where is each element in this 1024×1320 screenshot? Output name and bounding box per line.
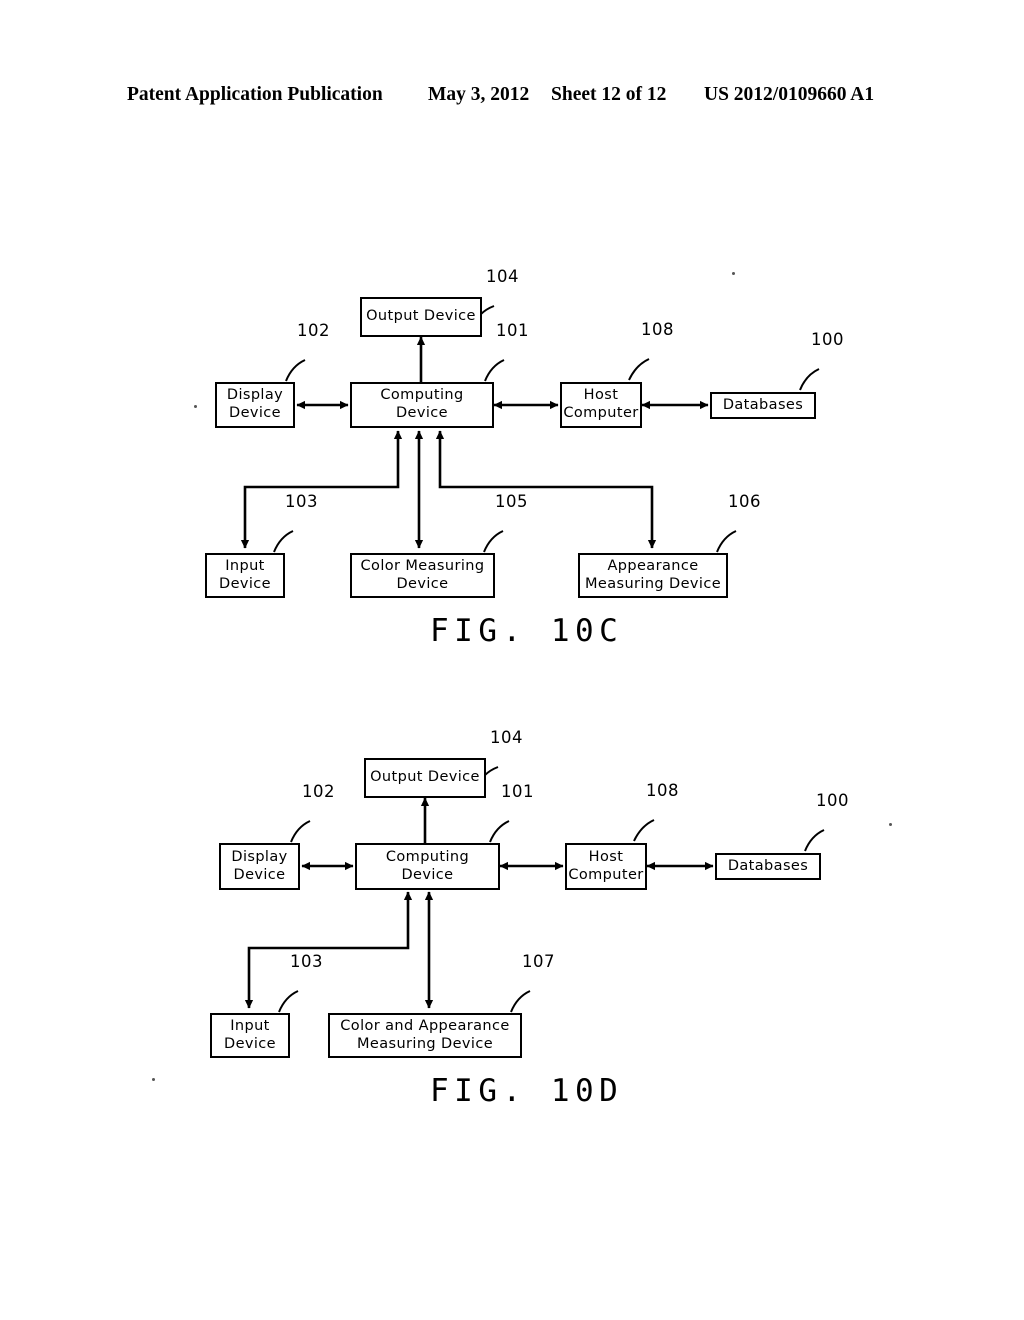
node-databases-label: Databases (722, 396, 804, 413)
node-databases[interactable]: Databases (710, 392, 816, 419)
refnum-107: 107 (522, 952, 555, 971)
figure-10c-connectors (240, 305, 820, 553)
node-display-device[interactable]: Display Device (215, 382, 295, 428)
node-host-computer[interactable]: Host Computer (560, 382, 642, 428)
lead-line-103 (273, 530, 294, 553)
lead-line-102 (285, 359, 306, 382)
refnum-105: 105 (495, 492, 528, 511)
node-computing-device[interactable]: Computing Device (350, 382, 494, 428)
figure-10d-caption: FIG. 10D (430, 1073, 624, 1109)
lead-line-100 (804, 829, 825, 852)
lead-line-101 (484, 359, 505, 382)
node-input-device[interactable]: Input Device (210, 1013, 290, 1058)
node-host-computer-label: Host Computer (568, 848, 644, 883)
node-computing-device[interactable]: Computing Device (355, 843, 500, 890)
node-color-appearance-measuring-device-label: Color and Appearance Measuring Device (340, 1017, 510, 1052)
lead-line-107 (510, 990, 531, 1013)
node-databases-label: Databases (727, 857, 809, 874)
node-databases[interactable]: Databases (715, 853, 821, 880)
node-display-device-label: Display Device (231, 848, 288, 883)
refnum-106: 106 (728, 492, 761, 511)
lead-line-108 (633, 819, 655, 842)
node-host-computer-label: Host Computer (563, 387, 639, 421)
node-output-device-label: Output Device (370, 769, 480, 786)
lead-line-106 (716, 530, 737, 553)
node-input-device[interactable]: Input Device (205, 553, 285, 598)
figure-10c: Output Device 104 Display Device 102 Com… (0, 240, 1024, 660)
node-color-appearance-measuring-device[interactable]: Color and Appearance Measuring Device (328, 1013, 522, 1058)
node-appearance-measuring-device[interactable]: Appearance Measuring Device (578, 553, 728, 598)
node-computing-device-label: Computing Device (380, 387, 464, 421)
node-computing-device-label: Computing Device (385, 848, 470, 883)
lead-line-103 (278, 990, 299, 1013)
node-color-measuring-device[interactable]: Color Measuring Device (350, 553, 495, 598)
scan-speckle (152, 1078, 155, 1081)
lead-line-105 (483, 530, 504, 553)
figure-10d: Output Device 104 Display Device 102 Com… (0, 700, 1024, 1120)
node-appearance-measuring-device-label: Appearance Measuring Device (584, 557, 722, 592)
refnum-104: 104 (490, 728, 523, 747)
lead-line-108 (628, 358, 650, 381)
refnum-103: 103 (290, 952, 323, 971)
refnum-108: 108 (641, 320, 674, 339)
connector-computing-to-input (240, 430, 403, 549)
refnum-100: 100 (811, 330, 844, 349)
connector-computing-to-appearance-measuring (435, 430, 657, 549)
node-input-device-label: Input Device (224, 1017, 276, 1052)
node-output-device-label: Output Device (366, 308, 476, 325)
refnum-102: 102 (297, 321, 330, 340)
refnum-101: 101 (496, 321, 529, 340)
lead-line-101 (489, 820, 510, 843)
node-color-measuring-device-label: Color Measuring Device (360, 557, 485, 592)
page-header: Patent Application Publication May 3, 20… (0, 84, 1024, 114)
header-publication-title: Patent Application Publication (127, 84, 383, 105)
scan-speckle (732, 272, 735, 275)
header-publication-date: May 3, 2012 (428, 84, 530, 105)
node-host-computer[interactable]: Host Computer (565, 843, 647, 890)
node-display-device[interactable]: Display Device (219, 843, 300, 890)
header-sheet-number: Sheet 12 of 12 (551, 84, 667, 105)
figure-10c-caption: FIG. 10C (430, 613, 624, 649)
refnum-101: 101 (501, 782, 534, 801)
refnum-100: 100 (816, 791, 849, 810)
scan-speckle (194, 405, 197, 408)
scan-speckle (889, 823, 892, 826)
refnum-108: 108 (646, 781, 679, 800)
refnum-102: 102 (302, 782, 335, 801)
node-output-device[interactable]: Output Device (360, 297, 482, 337)
header-document-number: US 2012/0109660 A1 (704, 84, 875, 105)
refnum-104: 104 (486, 267, 519, 286)
refnum-103: 103 (285, 492, 318, 511)
node-input-device-label: Input Device (219, 557, 271, 592)
connector-computing-to-input (244, 891, 413, 1009)
lead-line-100 (799, 368, 820, 391)
node-output-device[interactable]: Output Device (364, 758, 486, 798)
lead-line-102 (290, 820, 311, 843)
node-display-device-label: Display Device (226, 387, 284, 421)
